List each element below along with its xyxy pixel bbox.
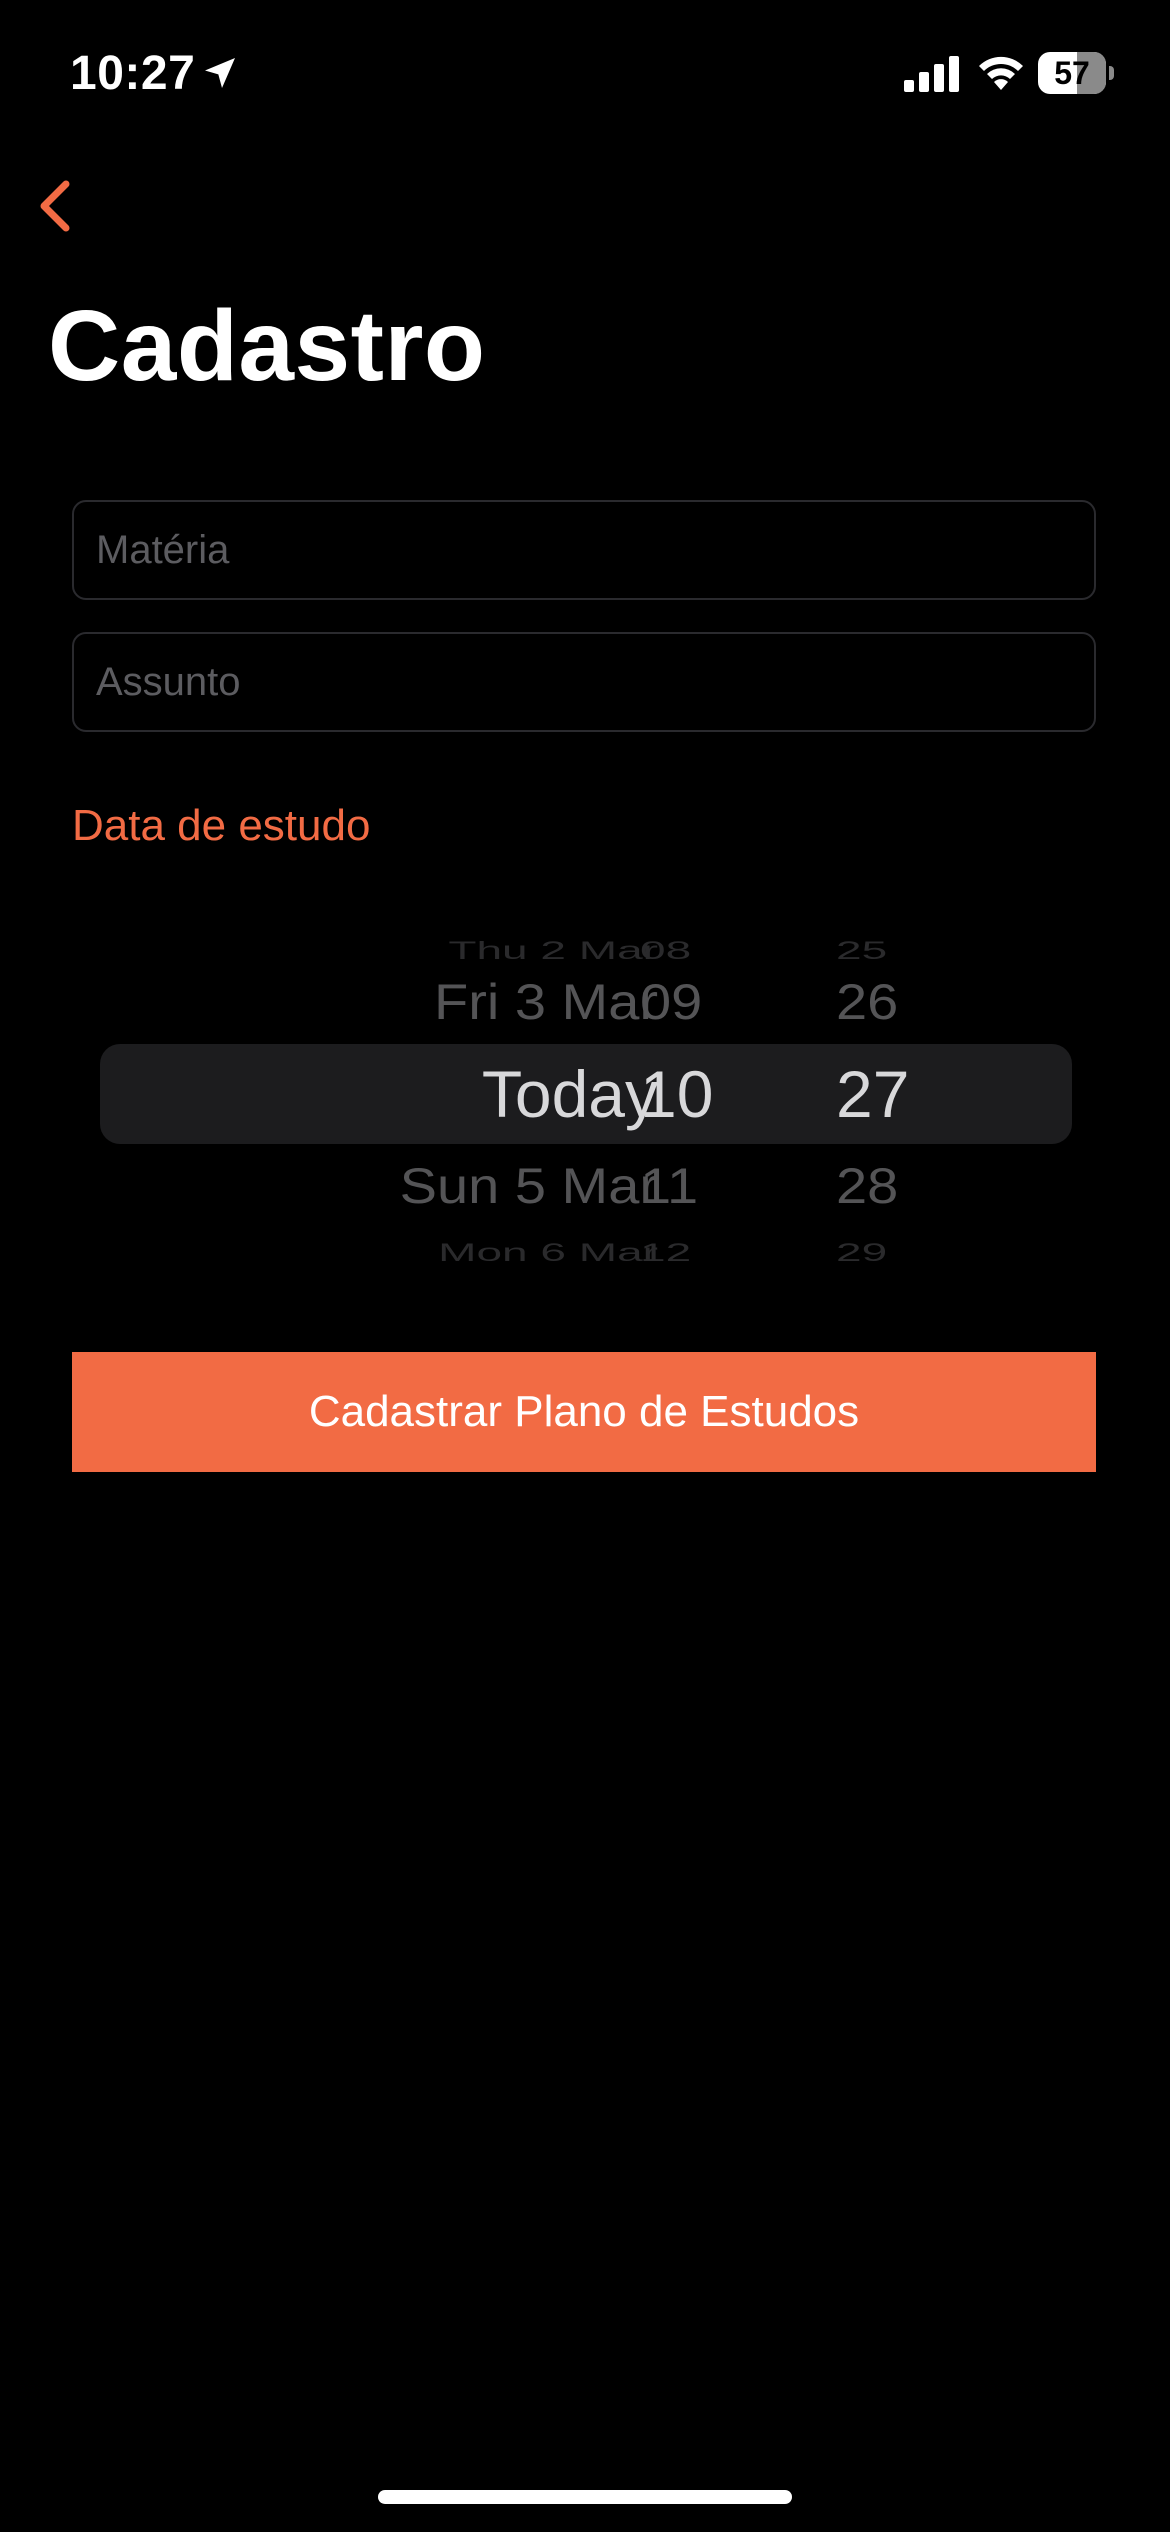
picker-minute-selected[interactable]: 27 [836,1054,976,1134]
picker-hour-option[interactable]: 11 [640,1150,780,1222]
materia-input[interactable] [74,502,1094,598]
picker-row-selected[interactable]: Today 10 27 [100,1054,1072,1134]
materia-field[interactable] [72,500,1096,600]
picker-minute-option[interactable]: 28 [836,1150,976,1222]
battery-icon: 57 [1038,52,1114,94]
status-time: 10:27 [70,47,196,100]
assunto-input[interactable] [74,634,1094,730]
date-section-label: Data de estudo [72,801,371,850]
assunto-field[interactable] [72,632,1096,732]
picker-bottom-mask [100,1268,1072,1328]
battery-nub [1109,66,1114,80]
cellular-signal-icon [904,56,959,92]
picker-top-mask [100,860,1072,922]
submit-plan-button[interactable]: Cadastrar Plano de Estudos [72,1352,1096,1472]
status-bar: 10:27 57 [0,0,1170,150]
picker-minute-option[interactable]: 26 [836,966,976,1038]
page-title: Cadastro [48,290,486,402]
wifi-icon [979,56,1023,90]
picker-date-option[interactable]: Sun 5 Mar [400,1150,658,1222]
battery-level-text: 57 [1054,55,1090,91]
picker-hour-selected[interactable]: 10 [640,1054,780,1134]
picker-date-option[interactable]: Fri 3 Mar [434,966,658,1038]
home-indicator [378,2490,792,2504]
picker-row[interactable]: Sun 5 Mar 11 28 [100,1150,1072,1222]
picker-date-selected[interactable]: Today [482,1054,658,1134]
location-arrow-icon [205,58,235,88]
battery-body: 57 [1038,52,1106,94]
date-time-picker[interactable]: Thu 2 Mar 08 25 Fri 3 Mar 09 26 Today 10… [100,860,1072,1328]
picker-hour-option[interactable]: 09 [640,966,780,1038]
picker-row[interactable]: Fri 3 Mar 09 26 [100,966,1072,1038]
chevron-left-icon [40,180,70,232]
back-button[interactable] [18,168,94,244]
